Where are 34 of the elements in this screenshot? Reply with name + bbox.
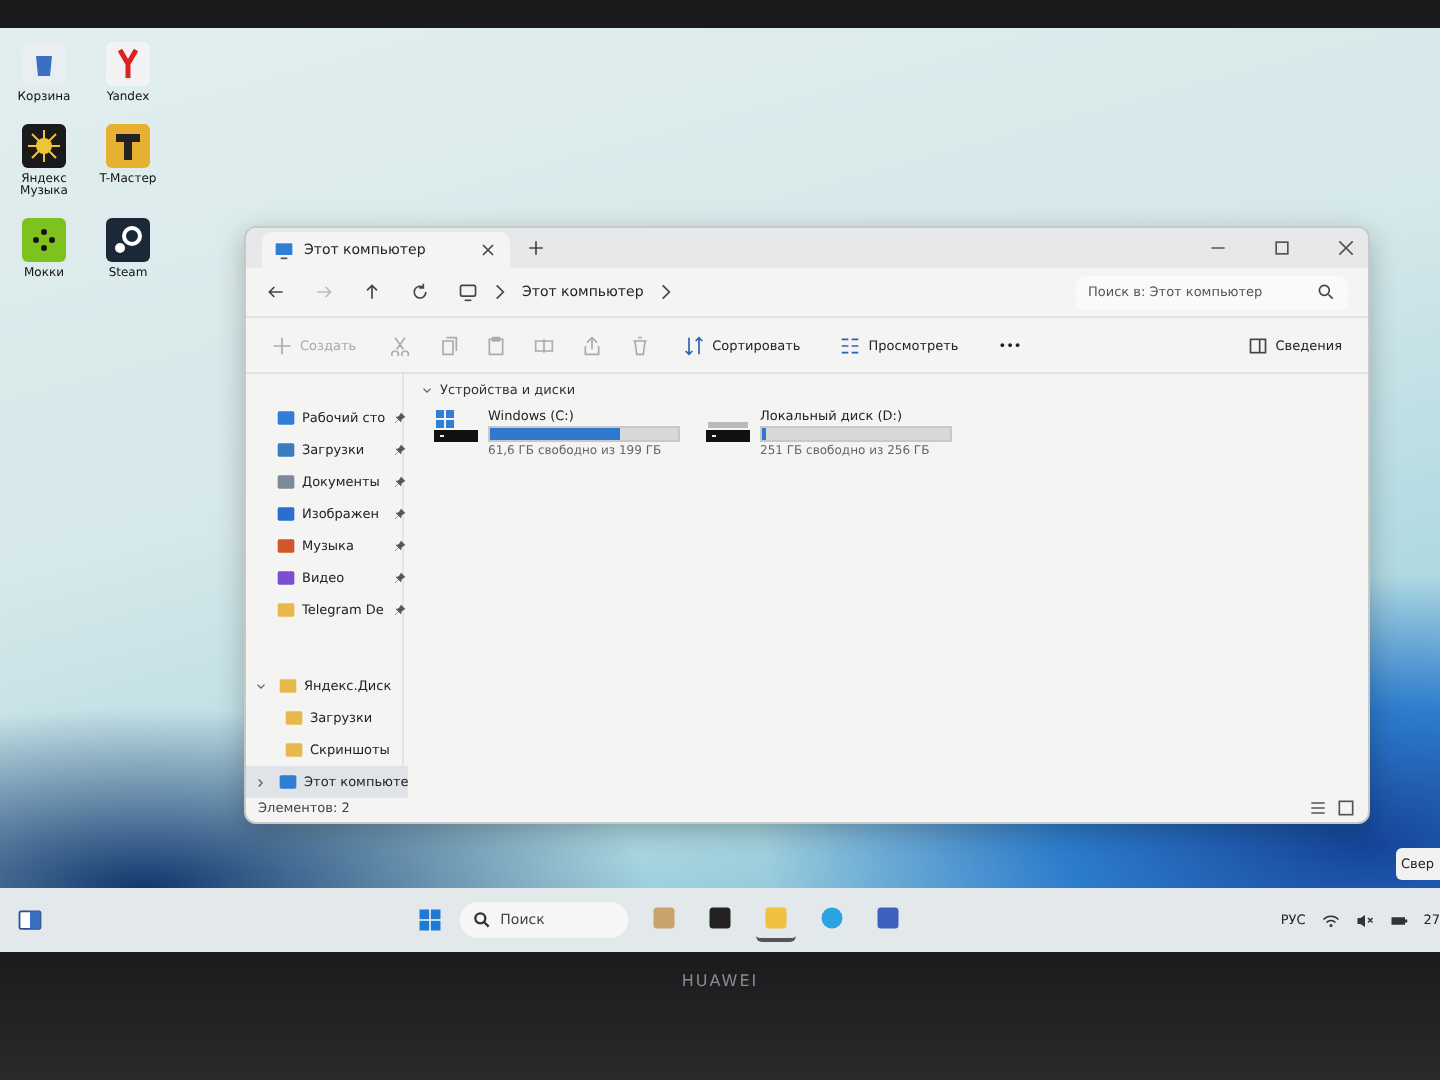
system-drive-icon [432, 408, 480, 448]
monitor-icon [278, 772, 298, 792]
speaker-icon[interactable] [1355, 911, 1374, 929]
monitor-icon [274, 240, 294, 260]
search-icon [1316, 282, 1336, 302]
battery-icon[interactable] [1389, 911, 1408, 929]
app-shortcut-icon[interactable] [104, 121, 152, 170]
close-icon[interactable] [1336, 238, 1356, 258]
chevron-right-icon [490, 282, 510, 302]
monitor-icon [458, 282, 478, 302]
app-shortcut-icon[interactable] [20, 215, 68, 264]
start-icon[interactable] [416, 906, 445, 934]
close-tab-icon[interactable] [478, 240, 498, 260]
tiles-view-icon[interactable] [1336, 798, 1356, 818]
chevron-right-icon[interactable] [254, 775, 268, 789]
details-view-icon[interactable] [1308, 798, 1328, 818]
search-icon [472, 910, 493, 930]
list-icon [840, 335, 861, 355]
chevron-down-icon[interactable] [254, 679, 268, 693]
new-tab-icon[interactable] [526, 238, 546, 258]
sort-arrows-icon [684, 335, 705, 355]
maximize-icon[interactable] [1272, 238, 1292, 258]
widgets-icon[interactable] [16, 906, 44, 934]
refresh-icon[interactable] [410, 282, 430, 302]
wifi-icon[interactable] [1321, 911, 1340, 929]
app-shortcut-icon[interactable] [20, 121, 68, 170]
back-arrow-icon[interactable] [266, 282, 286, 302]
brand-logo: HUAWEI [681, 972, 759, 994]
app-shortcut-icon[interactable] [104, 215, 152, 264]
chevron-down-icon[interactable] [420, 383, 434, 397]
plus-icon [272, 335, 292, 355]
panel-icon [1247, 335, 1268, 355]
recycle-bin-icon[interactable] [20, 40, 68, 88]
up-arrow-icon[interactable] [362, 282, 382, 302]
